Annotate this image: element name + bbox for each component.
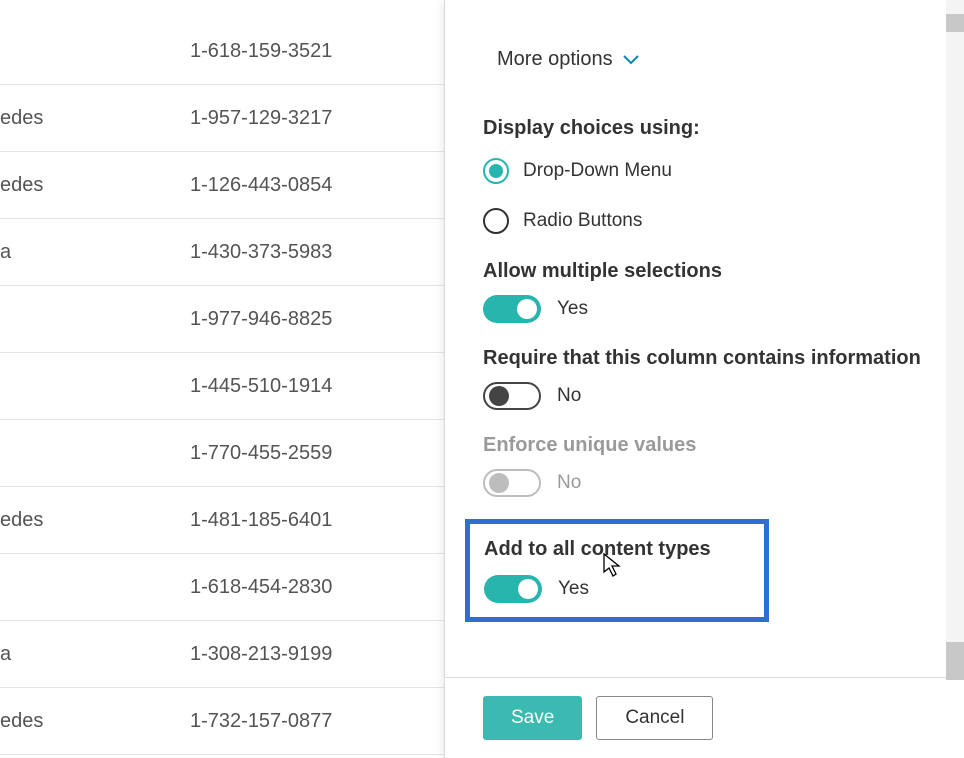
table-row[interactable]: a 1-308-213-9199: [0, 621, 444, 688]
allow-multiple-state: Yes: [557, 298, 588, 320]
cell-phone: 1-732-157-0877: [190, 710, 444, 733]
require-info-label: Require that this column contains inform…: [483, 345, 946, 372]
allow-multiple-label: Allow multiple selections: [483, 258, 946, 285]
cell-phone: 1-481-185-6401: [190, 509, 444, 532]
more-options-label: More options: [497, 48, 613, 71]
data-table: 1-618-159-3521 edes 1-957-129-3217 edes …: [0, 0, 444, 758]
add-content-types-toggle[interactable]: [484, 575, 542, 603]
require-info-toggle[interactable]: [483, 382, 541, 410]
cell-phone: 1-618-454-2830: [190, 576, 444, 599]
table-row[interactable]: edes 1-481-185-6401: [0, 487, 444, 554]
chevron-down-icon: [623, 48, 639, 71]
table-row[interactable]: 1-618-159-3521: [0, 18, 444, 85]
highlight-add-content-types: Add to all content types Yes: [465, 519, 769, 622]
radio-dropdown-menu[interactable]: Drop-Down Menu: [483, 158, 946, 184]
enforce-unique-state: No: [557, 472, 581, 494]
require-info-state: No: [557, 385, 581, 407]
cell-name: edes: [0, 107, 190, 130]
cell-phone: 1-770-455-2559: [190, 442, 444, 465]
table-row[interactable]: 1-618-454-2830: [0, 554, 444, 621]
pane-footer: Save Cancel: [445, 677, 964, 758]
cell-name: a: [0, 643, 190, 666]
radio-icon: [483, 158, 509, 184]
add-content-types-label: Add to all content types: [484, 536, 750, 563]
enforce-unique-label: Enforce unique values: [483, 432, 946, 459]
cell-phone: 1-977-946-8825: [190, 308, 444, 331]
cell-phone: 1-126-443-0854: [190, 174, 444, 197]
column-settings-pane: More options Display choices using: Drop…: [444, 0, 964, 758]
cell-name: edes: [0, 509, 190, 532]
allow-multiple-toggle[interactable]: [483, 295, 541, 323]
cell-phone: 1-308-213-9199: [190, 643, 444, 666]
cancel-button[interactable]: Cancel: [596, 696, 713, 740]
cell-phone: 1-430-373-5983: [190, 241, 444, 264]
radio-label: Drop-Down Menu: [523, 160, 672, 182]
scrollbar-thumb[interactable]: [946, 642, 964, 680]
more-options-toggle[interactable]: More options: [483, 38, 653, 81]
cell-name: edes: [0, 710, 190, 733]
scrollbar-up-icon[interactable]: [946, 14, 964, 32]
table-row[interactable]: 1-977-946-8825: [0, 286, 444, 353]
table-row[interactable]: edes 1-732-157-0877: [0, 688, 444, 755]
radio-radio-buttons[interactable]: Radio Buttons: [483, 208, 946, 234]
table-row[interactable]: a 1-430-373-5983: [0, 219, 444, 286]
table-row[interactable]: 1-770-455-2559: [0, 420, 444, 487]
display-choices-label: Display choices using:: [483, 117, 946, 140]
cell-name: a: [0, 241, 190, 264]
scrollbar[interactable]: [946, 0, 964, 680]
table-row[interactable]: edes 1-126-443-0854: [0, 152, 444, 219]
enforce-unique-toggle: [483, 469, 541, 497]
table-row[interactable]: edes 1-957-129-3217: [0, 85, 444, 152]
radio-icon: [483, 208, 509, 234]
table-row[interactable]: 1-445-510-1914: [0, 353, 444, 420]
cell-phone: 1-618-159-3521: [190, 40, 444, 63]
radio-label: Radio Buttons: [523, 210, 642, 232]
cell-phone: 1-957-129-3217: [190, 107, 444, 130]
cell-phone: 1-445-510-1914: [190, 375, 444, 398]
cell-name: edes: [0, 174, 190, 197]
add-content-types-state: Yes: [558, 578, 589, 600]
save-button[interactable]: Save: [483, 696, 582, 740]
